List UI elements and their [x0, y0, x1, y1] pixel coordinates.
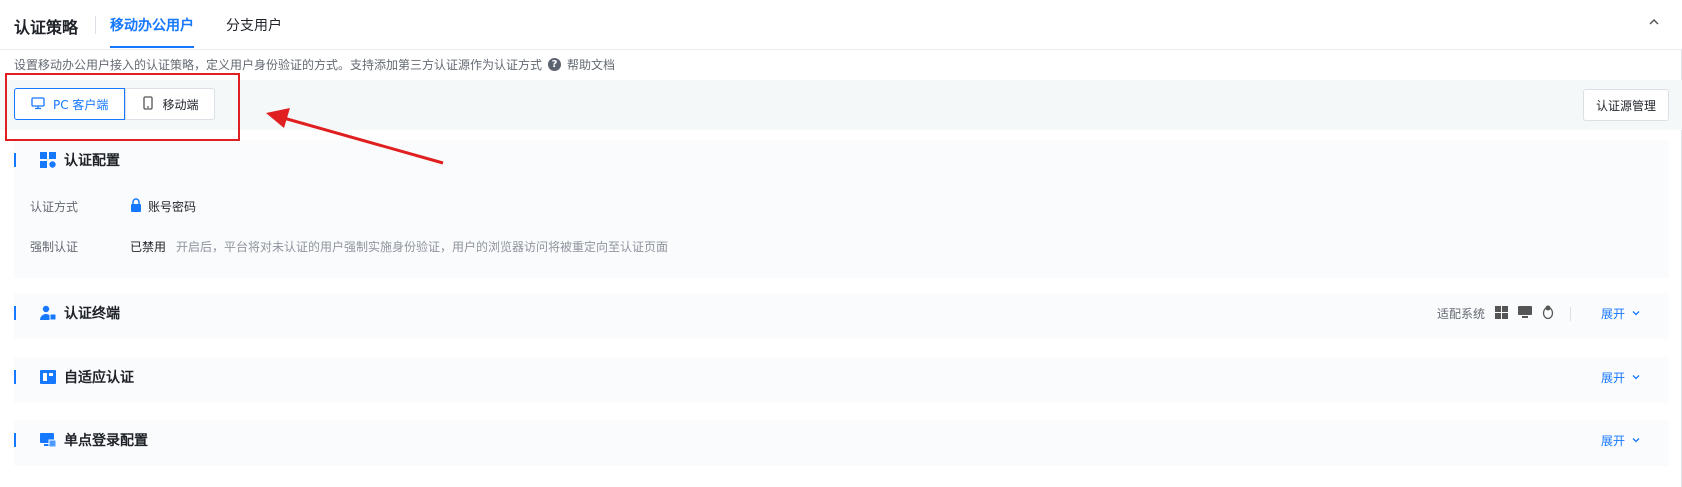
section-auth-config: 认证配置 认证方式 账号密码 强制认证 已禁用 开启后，平台将对未认证的用户强制…: [14, 140, 1669, 278]
user-device-icon: [40, 305, 56, 321]
lock-icon: [130, 198, 142, 215]
section-header: 自适应认证: [14, 357, 134, 397]
adaptive-icon: [40, 369, 56, 385]
page-title: 认证策略: [14, 18, 79, 37]
auth-method-value: 账号密码: [130, 198, 196, 215]
client-toolbar: PC 客户端 移动端: [0, 80, 1682, 130]
expand-sso-config[interactable]: 展开: [1601, 432, 1641, 449]
expand-adaptive-auth[interactable]: 展开: [1601, 369, 1641, 386]
expand-auth-terminal[interactable]: 展开: [1601, 305, 1641, 322]
section-accent-bar: [14, 153, 16, 167]
force-auth-hint: 开启后，平台将对未认证的用户强制实施身份验证，用户的浏览器访问将被重定向至认证页…: [176, 240, 669, 254]
auth-method-row: 认证方式 账号密码: [30, 198, 196, 215]
windows-icon: [1495, 305, 1508, 322]
section-title: 单点登录配置: [64, 433, 148, 449]
help-doc-link[interactable]: 帮助文档: [567, 56, 615, 73]
section-accent-bar: [14, 370, 16, 384]
title-divider: [95, 16, 96, 34]
expand-label: 展开: [1600, 307, 1625, 321]
tab-branch-users[interactable]: 分支用户: [226, 15, 282, 35]
supported-systems: 适配系统: [1437, 305, 1571, 322]
section-header: 认证配置: [14, 140, 120, 180]
page-header: 认证策略 移动办公用户 分支用户: [0, 0, 1682, 50]
section-sso-config: 单点登录配置 展开: [14, 420, 1669, 466]
tab-mobile-office-users[interactable]: 移动办公用户: [110, 15, 194, 35]
section-auth-terminal: 认证终端 适配系统 展开: [14, 293, 1669, 339]
section-header: 认证终端: [14, 293, 120, 333]
force-auth-row: 强制认证 已禁用 开启后，平台将对未认证的用户强制实施身份验证，用户的浏览器访问…: [30, 238, 668, 255]
annotation-highlight-box: [5, 73, 240, 141]
page: 认证策略 移动办公用户 分支用户 设置移动办公用户接入的认证策略，定义用户身份验…: [0, 0, 1682, 487]
section-accent-bar: [14, 306, 16, 320]
macos-icon: [1518, 305, 1532, 322]
policy-description: 设置移动办公用户接入的认证策略，定义用户身份验证的方式。支持添加第三方认证源作为…: [14, 56, 615, 73]
chevron-down-icon: [1631, 307, 1641, 321]
section-title: 自适应认证: [64, 370, 134, 386]
auth-source-manage-button[interactable]: 认证源管理: [1582, 89, 1669, 121]
section-title: 认证终端: [64, 306, 120, 322]
chevron-down-icon: [1631, 434, 1641, 448]
chevron-down-icon: [1631, 371, 1641, 385]
auth-method-text: 账号密码: [148, 200, 197, 214]
force-auth-label: 强制认证: [30, 240, 79, 254]
section-title: 认证配置: [64, 153, 120, 169]
sso-icon: [40, 432, 56, 448]
section-accent-bar: [14, 433, 16, 447]
force-auth-status: 已禁用: [130, 240, 167, 254]
section-adaptive-auth: 自适应认证 展开: [14, 357, 1669, 403]
expand-label: 展开: [1600, 371, 1625, 385]
supported-systems-label: 适配系统: [1436, 307, 1485, 321]
expand-label: 展开: [1600, 434, 1625, 448]
section-header: 单点登录配置: [14, 420, 148, 460]
auth-method-label: 认证方式: [30, 200, 79, 214]
active-tab-indicator: [110, 46, 194, 48]
config-icon: [40, 152, 56, 168]
description-text: 设置移动办公用户接入的认证策略，定义用户身份验证的方式。支持添加第三方认证源作为…: [14, 58, 543, 72]
force-auth-value: 已禁用 开启后，平台将对未认证的用户强制实施身份验证，用户的浏览器访问将被重定向…: [130, 238, 668, 255]
divider: [1570, 306, 1571, 321]
question-icon[interactable]: ?: [548, 58, 562, 71]
linux-icon: [1542, 305, 1554, 322]
chevron-up-icon[interactable]: [1646, 14, 1662, 30]
